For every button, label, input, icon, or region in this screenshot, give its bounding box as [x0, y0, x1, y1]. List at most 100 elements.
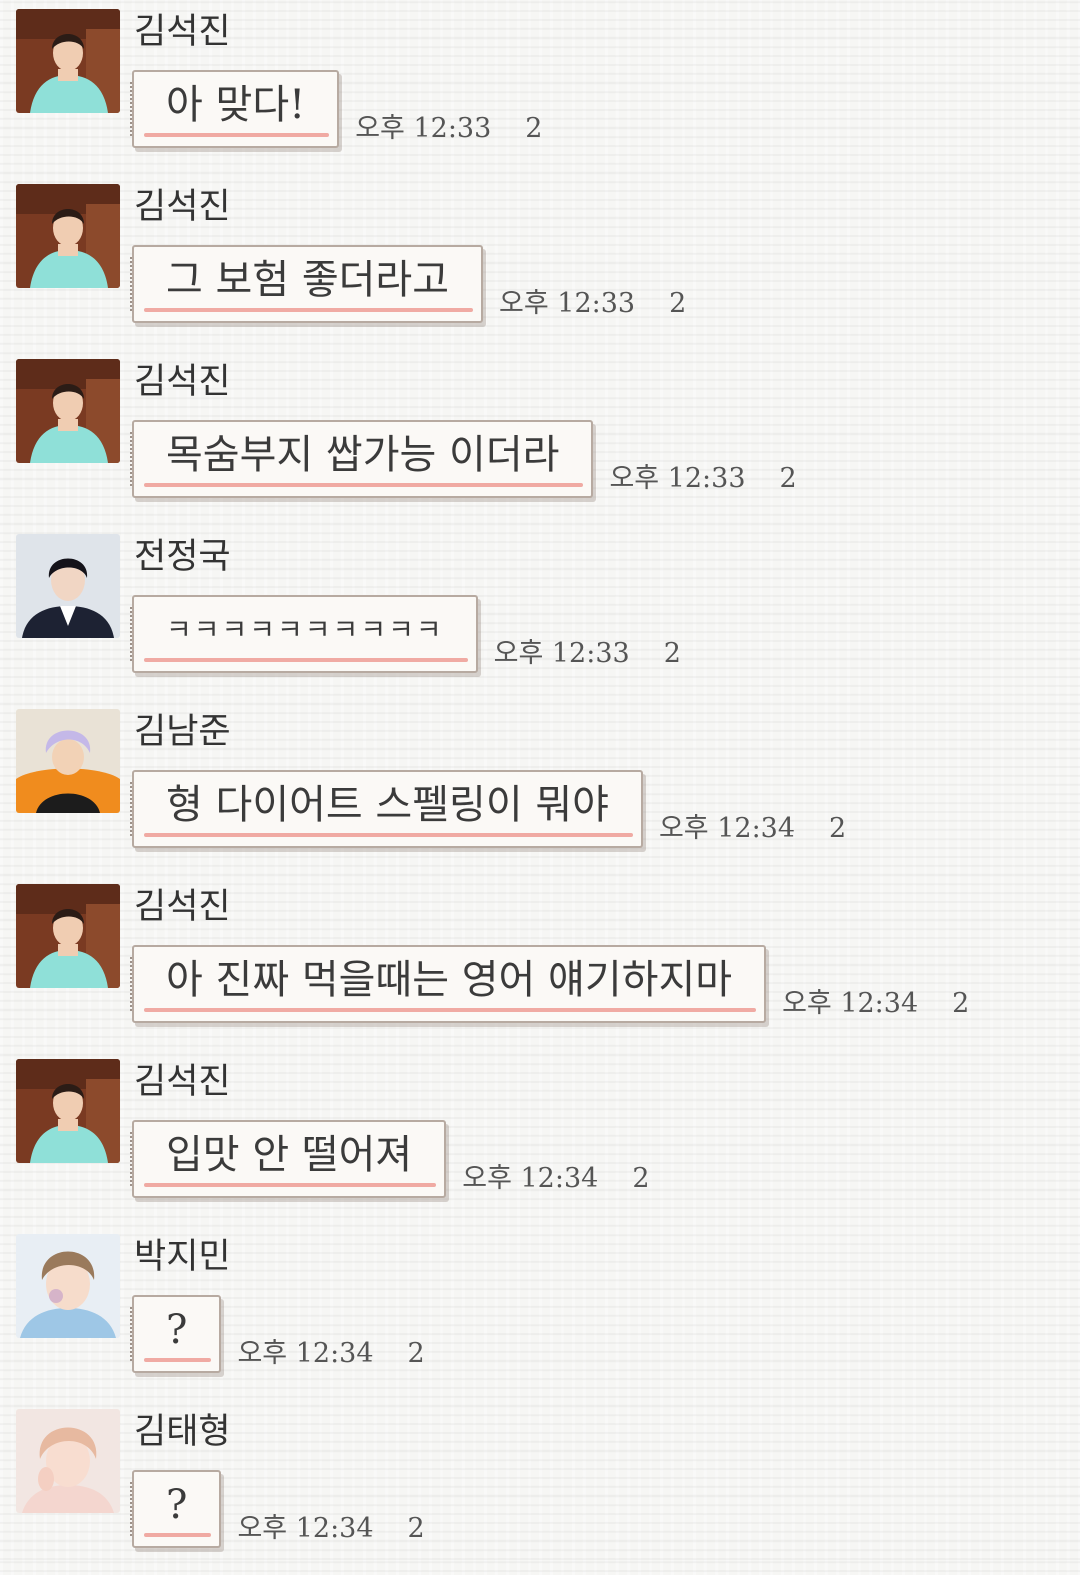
unread-count: 2: [407, 1513, 425, 1544]
message-text: ?: [166, 1482, 188, 1528]
avatar[interactable]: [16, 184, 120, 288]
sender-name: 박지민: [134, 1237, 231, 1277]
avatar[interactable]: [16, 884, 120, 988]
bubble-underline: [144, 1358, 212, 1362]
message-row: 형 다이어트 스펠링이 뭐야 오후 12:34 2: [130, 770, 846, 848]
message-item: 박지민 ? 오후 12:34 2: [0, 1225, 1080, 1400]
message-item: 김석진 아 맞다! 오후 12:33 2: [0, 0, 1080, 175]
avatar-namjoon-image: [16, 709, 120, 813]
message-meta: 오후 12:34 2: [237, 1512, 424, 1546]
message-time: 오후 12:34: [658, 813, 796, 844]
message-meta: 오후 12:34 2: [462, 1162, 649, 1196]
sender-name: 김석진: [134, 887, 231, 927]
message-time: 오후 12:34: [237, 1513, 374, 1544]
message-bubble[interactable]: 아 맞다!: [129, 70, 340, 148]
avatar[interactable]: [16, 709, 120, 813]
message-meta: 오후 12:34 2: [237, 1337, 424, 1371]
message-time: 오후 12:33: [499, 288, 636, 319]
message-item: 김석진 그 보험 좋더라고 오후 12:33 2: [0, 175, 1080, 350]
message-time: 오후 12:33: [609, 463, 746, 494]
message-row: 목숨부지 쌉가능 이더라 오후 12:33 2: [129, 420, 797, 498]
message-item: 김석진 목숨부지 쌉가능 이더라 오후 12:33 2: [0, 350, 1080, 525]
bubble-underline: [144, 308, 474, 312]
sender-name: 김태형: [134, 1412, 231, 1452]
message-bubble[interactable]: 목숨부지 쌉가능 이더라: [129, 420, 594, 498]
unread-count: 2: [829, 813, 847, 844]
sender-name: 김석진: [134, 362, 231, 402]
avatar[interactable]: [16, 1059, 120, 1163]
sender-name: 김남준: [134, 712, 231, 752]
avatar-jin-image: [16, 184, 120, 288]
unread-count: 2: [669, 288, 687, 319]
message-bubble[interactable]: ?: [129, 1295, 222, 1373]
message-time: 오후 12:34: [237, 1338, 374, 1369]
message-meta: 오후 12:34 2: [659, 812, 846, 846]
message-item: 김석진 입맛 안 떨어져 오후 12:34 2: [0, 1050, 1080, 1225]
message-bubble[interactable]: ?: [129, 1470, 222, 1548]
message-time: 오후 12:33: [355, 113, 492, 144]
message-meta: 오후 12:33 2: [494, 637, 681, 671]
message-meta: 오후 12:33 2: [499, 287, 686, 321]
message-bubble[interactable]: 입맛 안 떨어져: [129, 1120, 447, 1198]
message-row: 아 맞다! 오후 12:33 2: [129, 70, 542, 148]
bubble-underline: [144, 133, 330, 137]
avatar[interactable]: [16, 9, 120, 113]
bubble-underline: [144, 1183, 437, 1187]
message-meta: 오후 12:33 2: [609, 462, 796, 496]
message-text: 그 보험 좋더라고: [166, 257, 450, 303]
message-bubble[interactable]: ㅋㅋㅋㅋㅋㅋㅋㅋㅋㅋ: [130, 595, 478, 673]
message-time: 오후 12:34: [782, 988, 919, 1019]
avatar-jin-image: [16, 9, 120, 113]
message-time: 오후 12:33: [493, 638, 630, 669]
avatar[interactable]: [16, 359, 120, 463]
chat-message-list[interactable]: 김석진 아 맞다! 오후 12:33 2 김석진 그 보험 좋더라고 오후 12…: [0, 0, 1080, 1560]
message-row: ? 오후 12:34 2: [129, 1470, 425, 1548]
message-text: 형 다이어트 스펠링이 뭐야: [166, 782, 609, 828]
unread-count: 2: [779, 463, 797, 494]
avatar-jimin-image: [16, 1234, 120, 1338]
message-item: 김남준 형 다이어트 스펠링이 뭐야 오후 12:34 2: [0, 700, 1080, 875]
message-text: 목숨부지 쌉가능 이더라: [166, 432, 560, 478]
avatar[interactable]: [16, 534, 120, 638]
bubble-underline: [144, 1533, 212, 1537]
avatar[interactable]: [16, 1409, 120, 1513]
sender-name: 김석진: [134, 12, 231, 52]
message-row: ? 오후 12:34 2: [129, 1295, 425, 1373]
message-item: 김석진 아 진짜 먹을때는 영어 얘기하지마 오후 12:34 2: [0, 875, 1080, 1050]
message-meta: 오후 12:33 2: [355, 112, 542, 146]
avatar-jungkook-image: [16, 534, 120, 638]
sender-name: 전정국: [134, 537, 231, 577]
message-meta: 오후 12:34 2: [782, 987, 969, 1021]
message-text: 아 진짜 먹을때는 영어 얘기하지마: [166, 957, 733, 1003]
unread-count: 2: [525, 113, 543, 144]
bubble-underline: [144, 483, 584, 487]
bubble-underline: [144, 658, 468, 662]
message-text: ㅋㅋㅋㅋㅋㅋㅋㅋㅋㅋ: [166, 613, 444, 646]
bubble-underline: [144, 1008, 757, 1012]
message-time: 오후 12:34: [462, 1163, 599, 1194]
message-row: ㅋㅋㅋㅋㅋㅋㅋㅋㅋㅋ 오후 12:33 2: [130, 595, 681, 673]
message-bubble[interactable]: 그 보험 좋더라고: [129, 245, 484, 323]
unread-count: 2: [663, 638, 681, 669]
message-bubble[interactable]: 아 진짜 먹을때는 영어 얘기하지마: [129, 945, 767, 1023]
message-row: 아 진짜 먹을때는 영어 얘기하지마 오후 12:34 2: [129, 945, 969, 1023]
bubble-underline: [144, 833, 633, 837]
message-row: 입맛 안 떨어져 오후 12:34 2: [129, 1120, 650, 1198]
message-text: 아 맞다!: [166, 82, 306, 128]
message-item: 김태형 ? 오후 12:34 2: [0, 1400, 1080, 1575]
message-row: 그 보험 좋더라고 오후 12:33 2: [129, 245, 686, 323]
message-text: 입맛 안 떨어져: [166, 1132, 413, 1178]
sender-name: 김석진: [134, 187, 231, 227]
avatar[interactable]: [16, 1234, 120, 1338]
avatar-jin-image: [16, 884, 120, 988]
message-bubble[interactable]: 형 다이어트 스펠링이 뭐야: [130, 770, 643, 848]
avatar-jin-image: [16, 1059, 120, 1163]
sender-name: 김석진: [134, 1062, 231, 1102]
unread-count: 2: [952, 988, 970, 1019]
unread-count: 2: [632, 1163, 650, 1194]
unread-count: 2: [407, 1338, 425, 1369]
message-item: 전정국 ㅋㅋㅋㅋㅋㅋㅋㅋㅋㅋ 오후 12:33 2: [0, 525, 1080, 700]
avatar-jin-image: [16, 359, 120, 463]
message-text: ?: [166, 1307, 188, 1353]
avatar-taehyung-image: [16, 1409, 120, 1513]
